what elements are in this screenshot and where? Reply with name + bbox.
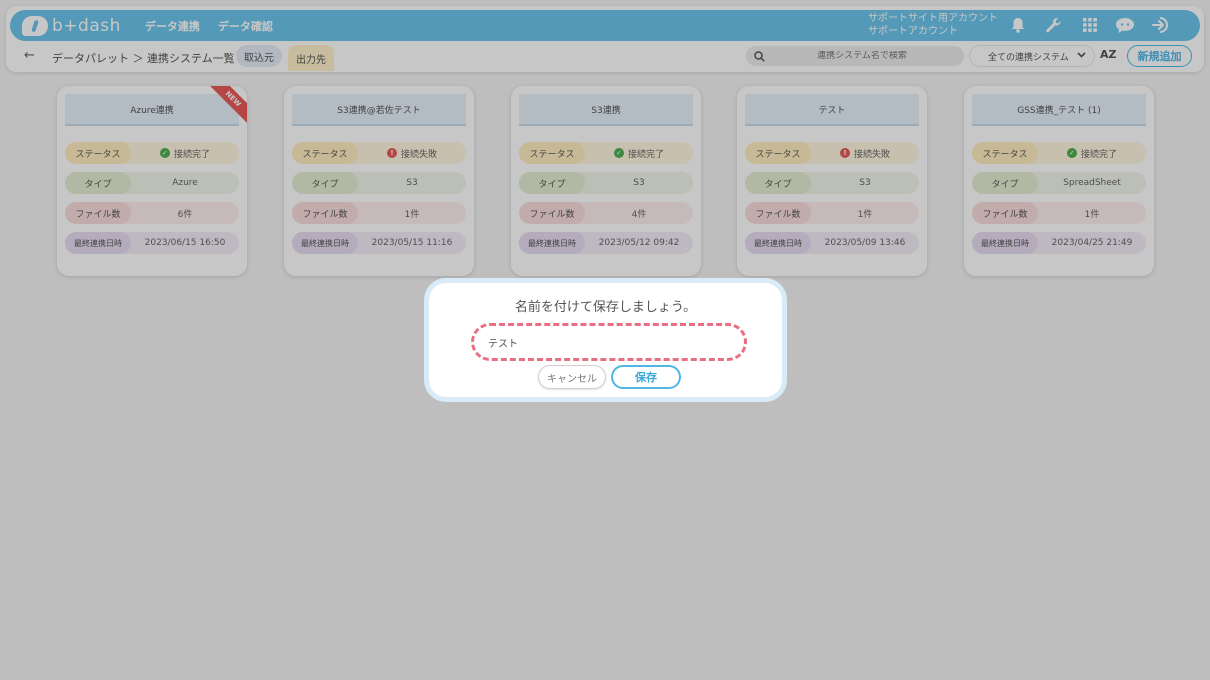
save-name-dialog: 名前を付けて保存しましょう。 キャンセル 保存 [424,278,787,402]
name-input-highlight [471,323,747,361]
dialog-title: 名前を付けて保存しましょう。 [514,300,697,315]
name-input[interactable] [488,336,728,348]
save-button[interactable]: 保存 [611,365,681,389]
cancel-button[interactable]: キャンセル [538,365,606,389]
